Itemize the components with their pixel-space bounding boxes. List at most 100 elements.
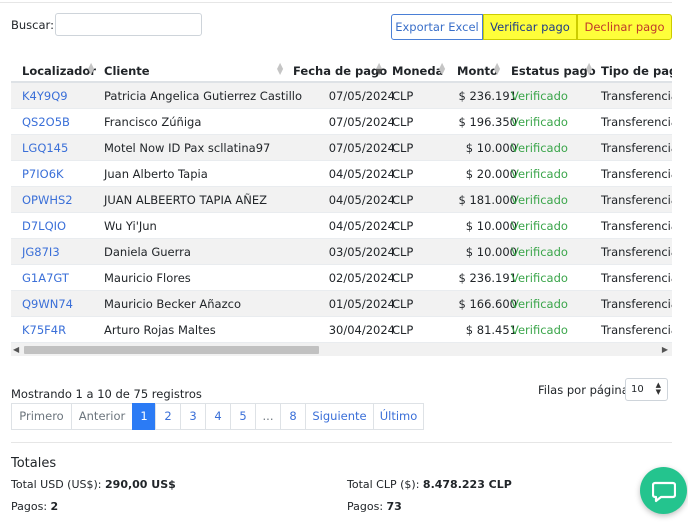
- fecha-cell: 01/05/2024: [328, 297, 395, 311]
- localizador-link[interactable]: K4Y9Q9: [22, 89, 68, 103]
- cliente-cell: Daniela Guerra: [104, 245, 191, 259]
- cliente-cell: Francisco Zúñiga: [104, 115, 202, 129]
- tipo-cell: Transferencia: [601, 167, 672, 181]
- table-header: Localizador ▲ ▼ Cliente ▲ ▼ Fecha de pago …: [11, 57, 672, 83]
- tipo-cell: Transferencia: [601, 193, 672, 207]
- sort-arrows-icon[interactable]: ▲ ▼: [439, 62, 445, 76]
- page-5-button[interactable]: 5: [230, 403, 256, 430]
- fecha-cell: 04/05/2024: [328, 219, 395, 233]
- tipo-cell: Transferencia: [601, 89, 672, 103]
- page-first-button[interactable]: Primero: [11, 403, 72, 430]
- cliente-cell: JUAN ALBEERTO TAPIA AÑEZ: [104, 193, 267, 207]
- localizador-link[interactable]: LGQ145: [22, 141, 68, 155]
- page-next-button[interactable]: Siguiente: [305, 403, 374, 430]
- total-usd-value: 290,00 US$: [105, 478, 176, 491]
- verify-payment-button[interactable]: Verificar pago: [483, 14, 577, 40]
- estatus-cell: Verificado: [511, 219, 568, 233]
- moneda-cell: CLP: [392, 141, 414, 155]
- page-ellipsis: ...: [255, 403, 281, 430]
- cliente-cell: Arturo Rojas Maltes: [104, 323, 216, 337]
- export-excel-button[interactable]: Exportar Excel: [391, 14, 483, 40]
- monto-cell: $ 236.191: [458, 271, 517, 285]
- estatus-cell: Verificado: [511, 271, 568, 285]
- tipo-cell: Transferencia: [601, 245, 672, 259]
- moneda-cell: CLP: [392, 323, 414, 337]
- rows-per-page-label: Filas por página:: [538, 383, 633, 397]
- page-2-button[interactable]: 2: [155, 403, 181, 430]
- page-1-button[interactable]: 1: [132, 403, 156, 430]
- page-previous-button[interactable]: Anterior: [71, 403, 133, 430]
- pagos-usd-value: 2: [50, 500, 59, 513]
- pagos-usd: Pagos: 2: [11, 500, 58, 513]
- total-usd: Total USD (US$): 290,00 US$: [11, 478, 176, 491]
- rows-per-page-value: 10: [631, 384, 644, 395]
- horizontal-scrollbar[interactable]: ◀ ▶: [11, 343, 672, 356]
- column-header-cliente[interactable]: Cliente: [104, 64, 150, 78]
- column-header-monto[interactable]: Monto: [457, 64, 498, 78]
- estatus-cell: Verificado: [511, 297, 568, 311]
- estatus-cell: Verificado: [511, 323, 568, 337]
- table-row[interactable]: LGQ145 Motel Now ID Pax scllatina97 07/0…: [11, 135, 672, 161]
- fecha-cell: 30/04/2024: [328, 323, 395, 337]
- localizador-link[interactable]: QS2O5B: [22, 115, 70, 129]
- page-3-button[interactable]: 3: [180, 403, 206, 430]
- monto-cell: $ 166.600: [458, 297, 517, 311]
- localizador-link[interactable]: K75F4R: [22, 323, 66, 337]
- cliente-cell: Mauricio Becker Añazco: [104, 297, 241, 311]
- moneda-cell: CLP: [392, 89, 414, 103]
- column-header-localizador[interactable]: Localizador: [22, 64, 96, 78]
- sort-arrows-icon[interactable]: ▲ ▼: [586, 62, 592, 76]
- monto-cell: $ 10.000: [465, 245, 517, 259]
- table-row[interactable]: K4Y9Q9 Patricia Angelica Gutierrez Casti…: [11, 83, 672, 109]
- scrollbar-thumb[interactable]: [24, 346, 319, 354]
- monto-cell: $ 181.000: [458, 193, 517, 207]
- table-row[interactable]: D7LQIO Wu Yi'Jun 04/05/2024 CLP $ 10.000…: [11, 213, 672, 239]
- cliente-cell: Mauricio Flores: [104, 271, 191, 285]
- column-header-estatus[interactable]: Estatus pago: [511, 64, 596, 78]
- moneda-cell: CLP: [392, 219, 414, 233]
- total-clp: Total CLP ($): 8.478.223 CLP: [347, 478, 512, 491]
- estatus-cell: Verificado: [511, 141, 568, 155]
- table-row[interactable]: OPWHS2 JUAN ALBEERTO TAPIA AÑEZ 04/05/20…: [11, 187, 672, 213]
- table-row[interactable]: G1A7GT Mauricio Flores 02/05/2024 CLP $ …: [11, 265, 672, 291]
- sort-desc-icon[interactable]: ▲ ▼: [376, 62, 382, 76]
- rows-per-page-select[interactable]: 10 ▲ ▼: [625, 378, 668, 401]
- tipo-cell: Transferencia: [601, 141, 672, 155]
- moneda-cell: CLP: [392, 193, 414, 207]
- scroll-left-icon[interactable]: ◀: [13, 345, 19, 354]
- pagos-clp-label: Pagos:: [347, 500, 384, 513]
- table-row[interactable]: Q9WN74 Mauricio Becker Añazco 01/05/2024…: [11, 291, 672, 317]
- moneda-cell: CLP: [392, 271, 414, 285]
- page-8-button[interactable]: 8: [280, 403, 306, 430]
- page-4-button[interactable]: 4: [205, 403, 231, 430]
- search-input[interactable]: [55, 13, 202, 36]
- chat-button[interactable]: [640, 467, 687, 514]
- table-row[interactable]: QS2O5B Francisco Zúñiga 07/05/2024 CLP $…: [11, 109, 672, 135]
- column-header-tipo[interactable]: Tipo de pago: [601, 64, 672, 78]
- table-row[interactable]: JG87I3 Daniela Guerra 03/05/2024 CLP $ 1…: [11, 239, 672, 265]
- records-info: Mostrando 1 a 10 de 75 registros: [11, 387, 202, 401]
- fecha-cell: 03/05/2024: [328, 245, 395, 259]
- column-header-fecha[interactable]: Fecha de pago: [293, 64, 387, 78]
- table-row[interactable]: K75F4R Arturo Rojas Maltes 30/04/2024 CL…: [11, 317, 672, 343]
- table-row[interactable]: P7IO6K Juan Alberto Tapia 04/05/2024 CLP…: [11, 161, 672, 187]
- localizador-link[interactable]: Q9WN74: [22, 297, 73, 311]
- localizador-link[interactable]: JG87I3: [22, 245, 60, 259]
- select-arrows-icon: ▲ ▼: [655, 381, 661, 396]
- sort-arrows-icon[interactable]: ▲ ▼: [494, 62, 500, 76]
- page-last-button[interactable]: Último: [373, 403, 424, 430]
- fecha-cell: 04/05/2024: [328, 167, 395, 181]
- localizador-link[interactable]: OPWHS2: [22, 193, 73, 207]
- totals-title: Totales: [11, 456, 57, 471]
- scroll-right-icon[interactable]: ▶: [662, 345, 668, 354]
- sort-arrows-icon[interactable]: ▲ ▼: [277, 62, 283, 76]
- sort-arrows-icon[interactable]: ▲ ▼: [88, 62, 94, 76]
- section-divider: [11, 442, 672, 443]
- localizador-link[interactable]: D7LQIO: [22, 219, 66, 233]
- decline-payment-button[interactable]: Declinar pago: [577, 14, 672, 40]
- payments-table: Localizador ▲ ▼ Cliente ▲ ▼ Fecha de pago …: [11, 57, 672, 357]
- tipo-cell: Transferencia: [601, 219, 672, 233]
- localizador-link[interactable]: G1A7GT: [22, 271, 69, 285]
- localizador-link[interactable]: P7IO6K: [22, 167, 64, 181]
- column-header-moneda[interactable]: Moneda: [392, 64, 443, 78]
